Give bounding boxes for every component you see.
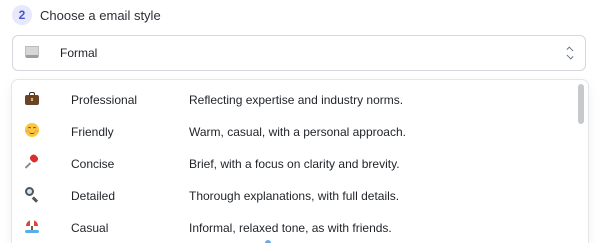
option-detailed[interactable]: Detailed Thorough explanations, with ful… bbox=[12, 181, 572, 211]
select-value: Formal bbox=[60, 46, 98, 60]
email-style-select[interactable]: Formal bbox=[12, 35, 586, 71]
option-description: Thorough explanations, with full details… bbox=[189, 189, 400, 203]
option-name: Friendly bbox=[71, 125, 114, 139]
step-number-badge: 2 bbox=[12, 5, 32, 25]
step-header: 2 Choose a email style bbox=[12, 5, 161, 25]
option-description: Reflecting expertise and industry norms. bbox=[189, 93, 404, 107]
smiling-face-icon bbox=[23, 122, 41, 142]
option-name: Professional bbox=[71, 93, 138, 107]
step-title: Choose a email style bbox=[40, 7, 161, 23]
option-concise[interactable]: Concise Brief, with a focus on clarity a… bbox=[12, 149, 572, 179]
magnifying-glass-icon bbox=[23, 186, 41, 206]
option-friendly[interactable]: Friendly Warm, casual, with a personal a… bbox=[12, 117, 572, 147]
email-style-dropdown[interactable]: Professional Reflecting expertise and in… bbox=[12, 80, 588, 243]
beach-umbrella-icon bbox=[23, 218, 41, 238]
option-professional[interactable]: Professional Reflecting expertise and in… bbox=[12, 85, 572, 115]
option-description: Warm, casual, with a personal approach. bbox=[189, 125, 406, 139]
option-description: Brief, with a focus on clarity and brevi… bbox=[189, 157, 400, 171]
pushpin-icon bbox=[23, 153, 41, 174]
dropdown-scrollbar[interactable] bbox=[578, 84, 584, 124]
option-casual[interactable]: Casual Informal, relaxed tone, as with f… bbox=[12, 213, 572, 243]
option-name: Detailed bbox=[71, 189, 116, 203]
chevron-up-down-icon[interactable] bbox=[565, 45, 575, 61]
briefcase-icon bbox=[23, 90, 41, 110]
option-name: Casual bbox=[71, 221, 109, 235]
option-description: Informal, relaxed tone, as with friends. bbox=[189, 221, 392, 235]
page-icon bbox=[25, 46, 39, 59]
option-name: Concise bbox=[71, 157, 115, 171]
email-style-step: 2 Choose a email style Formal Profession… bbox=[0, 0, 600, 243]
